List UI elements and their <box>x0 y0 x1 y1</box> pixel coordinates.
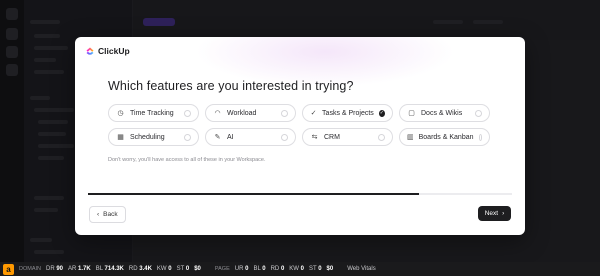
seo-metric: ST 0 <box>309 266 322 272</box>
seo-metric-key: ST <box>308 266 317 272</box>
radio-icon[interactable] <box>184 109 191 117</box>
feature-option[interactable]: ▥ Boards & Kanban <box>399 128 490 146</box>
feature-option-label: Docs & Wikis <box>421 109 463 117</box>
seo-metric-value: 3.4K <box>139 266 152 272</box>
seo-metric: KW 0 <box>157 266 172 272</box>
feature-option-label: CRM <box>324 133 340 141</box>
checked-radio-icon[interactable]: ✓ <box>378 109 385 117</box>
seo-metric: KW 0 <box>289 266 304 272</box>
helper-note: Don't worry, you'll have access to all o… <box>108 157 266 163</box>
chevron-left-icon: ‹ <box>97 211 100 218</box>
radio-icon[interactable] <box>378 133 385 141</box>
feature-option-label: Scheduling <box>130 133 165 141</box>
feature-option[interactable]: ◠ Workload <box>205 104 296 122</box>
crm-icon: ⇆ <box>311 134 318 141</box>
kanban-icon: ▥ <box>407 134 414 141</box>
brand: ClickUp <box>85 46 130 56</box>
ahrefs-logo-icon[interactable]: a <box>3 263 14 275</box>
feature-option[interactable]: ◷ Time Tracking <box>108 104 199 122</box>
seo-metric: DR 90 <box>46 266 63 272</box>
seo-metric: RD 3.4K <box>129 266 152 272</box>
radio-icon[interactable] <box>281 109 288 117</box>
seo-metric: AR 1.7K <box>68 266 91 272</box>
chevron-right-icon: › <box>502 210 505 217</box>
radio-icon[interactable] <box>475 109 482 117</box>
calendar-icon: ▦ <box>117 134 124 141</box>
page-metrics: UR 0 BL 0 RD 0 KW 0 ST 0 $0 <box>235 266 333 272</box>
seo-metric-value: 90 <box>56 266 64 272</box>
domain-metrics: DR 90 AR 1.7K BL 714.3K RD 3.4K KW 0 ST 0 $0 <box>46 266 201 272</box>
feature-option[interactable]: ✓ Tasks & Projects ✓ <box>302 104 393 122</box>
magic-wand-icon: ✎ <box>214 134 221 141</box>
seo-metric-value: 0 <box>168 266 172 272</box>
seo-metric-value: 0 <box>280 266 285 272</box>
seo-metric-key: DR <box>46 266 55 272</box>
progress-fill <box>88 193 419 195</box>
seo-metric: ST 0 <box>177 266 190 272</box>
seo-metric: $0 <box>194 266 201 272</box>
page-title: Which features are you interested in try… <box>108 79 354 93</box>
domain-label: DOMAIN <box>19 266 41 272</box>
seo-metric-key: UR <box>234 266 244 272</box>
radio-icon[interactable] <box>281 133 288 141</box>
seo-metric-value: 0 <box>262 266 266 272</box>
clock-icon: ◷ <box>117 110 124 117</box>
feature-option-label: Time Tracking <box>130 109 174 117</box>
feature-option[interactable]: ▢ Docs & Wikis <box>399 104 490 122</box>
progress-bar <box>88 193 512 195</box>
seo-metric-value: 714.3K <box>104 266 124 272</box>
gauge-icon: ◠ <box>214 110 221 117</box>
seo-metric-value: $0 <box>326 266 334 272</box>
seo-metric-value: 0 <box>300 266 304 272</box>
doc-icon: ▢ <box>408 110 415 117</box>
next-label: Next <box>484 210 499 217</box>
seo-metric: BL 714.3K <box>96 266 124 272</box>
seo-metric-key: BL <box>95 266 103 272</box>
seo-metric-key: AR <box>68 266 77 272</box>
seo-metric-value: 0 <box>185 266 190 272</box>
seo-metric: BL 0 <box>253 266 265 272</box>
feature-option-label: Workload <box>227 109 257 117</box>
seo-metric-value: 0 <box>245 266 249 272</box>
radio-icon[interactable] <box>478 133 482 141</box>
seo-metric: RD 0 <box>271 266 285 272</box>
onboarding-modal: ClickUp Which features are you intereste… <box>75 37 525 235</box>
seo-metric-key: RD <box>128 266 138 272</box>
seo-metric-key: KW <box>156 266 167 272</box>
feature-options: ◷ Time Tracking ◠ Workload ✓ Tasks & Projects… <box>108 104 493 146</box>
seo-metric-key: BL <box>253 266 261 272</box>
feature-option[interactable]: ✎ AI <box>205 128 296 146</box>
seo-metric-value: $0 <box>194 266 201 272</box>
seo-metric-value: 0 <box>318 266 322 272</box>
seo-toolbar: a DOMAIN DR 90 AR 1.7K BL 714.3K RD 3.4K KW … <box>0 262 600 276</box>
brand-name: ClickUp <box>98 46 130 56</box>
seo-metric: $0 <box>327 266 334 272</box>
feature-option[interactable]: ⇆ CRM <box>302 128 393 146</box>
radio-icon[interactable] <box>184 133 191 141</box>
seo-metric-key: KW <box>289 266 299 272</box>
page-label: PAGE <box>214 266 230 272</box>
check-circle-icon: ✓ <box>310 110 317 117</box>
feature-option-label: Tasks & Projects <box>322 109 374 117</box>
back-button[interactable]: ‹ Back <box>89 206 126 223</box>
next-button[interactable]: Next › <box>478 206 511 221</box>
back-label: Back <box>103 211 118 218</box>
feature-option[interactable]: ▦ Scheduling <box>108 128 199 146</box>
feature-option-label: Boards & Kanban <box>418 133 474 141</box>
seo-metric-value: 1.7K <box>78 266 91 272</box>
seo-metric: UR 0 <box>235 266 249 272</box>
feature-option-label: AI <box>227 133 234 141</box>
web-vitals-link[interactable]: Web Vitals <box>347 266 375 272</box>
clickup-logo-icon <box>86 47 94 55</box>
seo-metric-key: ST <box>176 266 185 272</box>
seo-metric-key: RD <box>270 266 280 272</box>
